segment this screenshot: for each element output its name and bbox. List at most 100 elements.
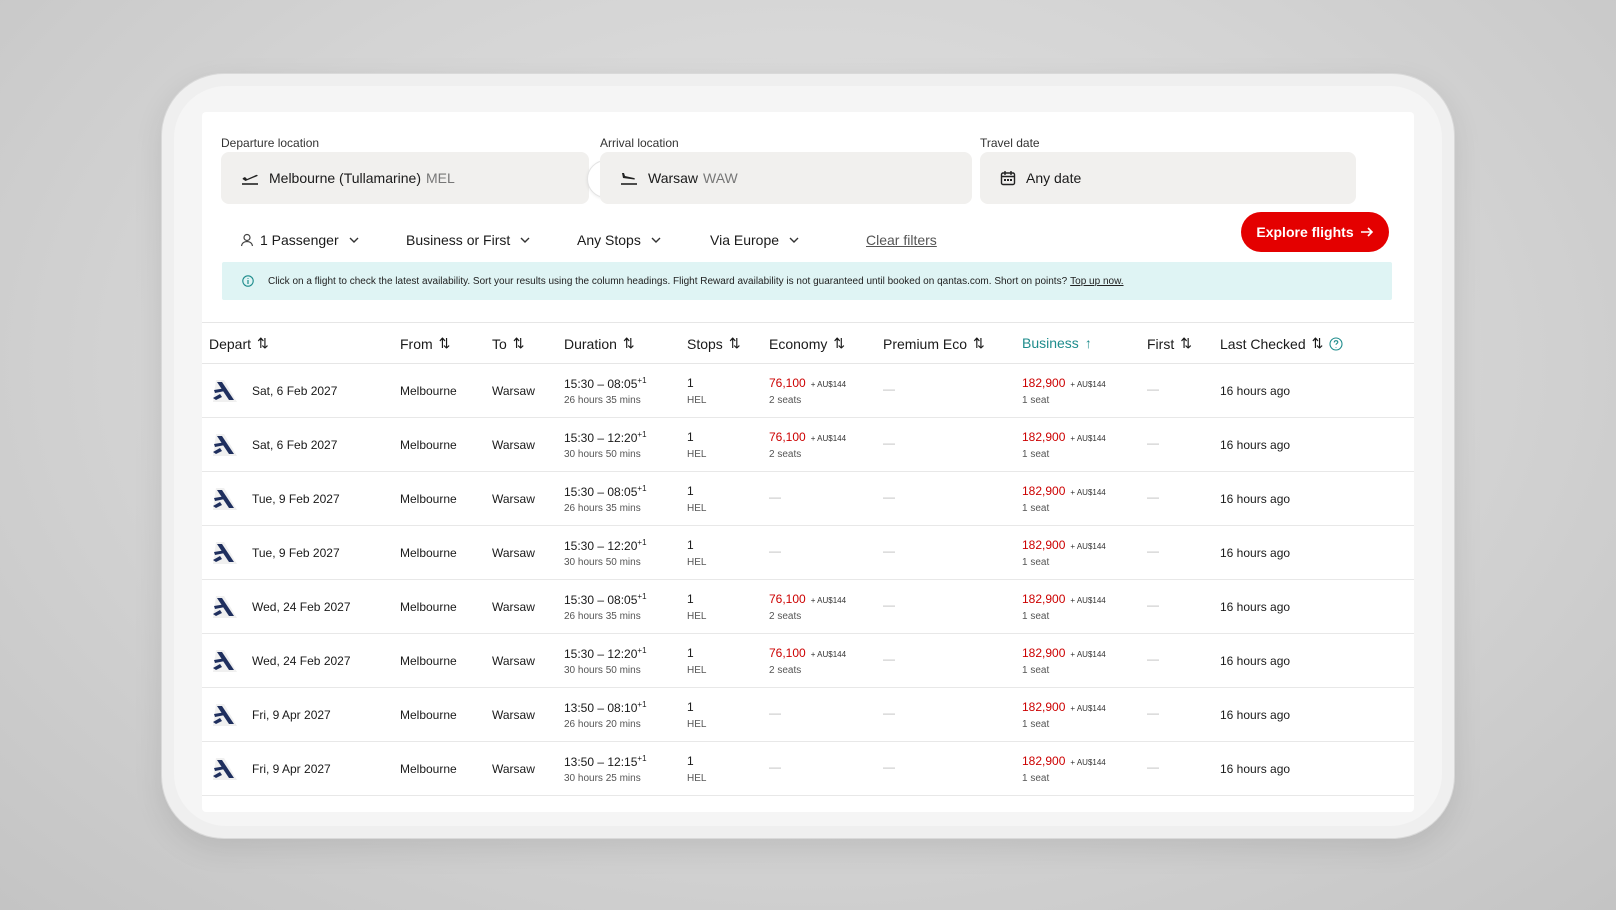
premium-unavailable: — (883, 760, 895, 774)
stops-count: 1 (687, 646, 694, 660)
passenger-dropdown[interactable]: 1 Passenger (240, 228, 359, 252)
cabin-dropdown[interactable]: Business or First (406, 228, 530, 252)
flight-times-text: 13:50 – 12:15 (564, 755, 638, 769)
business-points: 182,900 (1022, 754, 1066, 768)
stops-count: 1 (687, 430, 694, 444)
premium-unavailable: — (883, 436, 895, 450)
top-up-link[interactable]: Top up now. (1070, 276, 1123, 287)
flight-duration: 26 hours 35 mins (564, 503, 641, 514)
table-header: Depart ⇅ From ⇅ To ⇅ Duration ⇅ Stops ⇅ Econo… (202, 322, 1414, 364)
table-row[interactable]: Tue, 9 Feb 2027 Melbourne Warsaw 15:30 –… (202, 472, 1414, 526)
flight-times: 15:30 – 08:05+1 (564, 376, 647, 391)
business-tax: + AU$144 (1070, 488, 1106, 497)
airline-tail-icon (213, 758, 237, 780)
col-premium-label: Premium Eco (883, 335, 968, 352)
via-dropdown[interactable]: Via Europe (710, 228, 799, 252)
travel-date-field[interactable]: Any date (980, 152, 1356, 204)
col-stops-header[interactable]: Stops ⇅ (687, 335, 741, 352)
clear-filters-link[interactable]: Clear filters (866, 232, 937, 248)
economy-unavailable: — (769, 490, 781, 504)
economy-unavailable: — (769, 544, 781, 558)
screen: Departure location Melbourne (Tullamarin… (174, 86, 1442, 826)
table-row[interactable]: Wed, 24 Feb 2027 Melbourne Warsaw 15:30 … (202, 580, 1414, 634)
business-price[interactable]: 182,900 + AU$144 (1022, 646, 1106, 660)
sort-icon: ⇅ (622, 335, 635, 351)
explore-flights-button[interactable]: Explore flights (1241, 212, 1389, 252)
arrival-field[interactable]: Warsaw WAW (600, 152, 972, 204)
business-price[interactable]: 182,900 + AU$144 (1022, 592, 1106, 606)
business-price[interactable]: 182,900 + AU$144 (1022, 484, 1106, 498)
col-depart-header[interactable]: Depart ⇅ (209, 335, 269, 352)
stop-airport: HEL (687, 773, 707, 784)
plane-takeoff-icon (242, 174, 258, 185)
from-city: Melbourne (400, 762, 457, 776)
stop-airport: HEL (687, 719, 707, 730)
col-duration-header[interactable]: Duration ⇅ (564, 335, 635, 352)
premium-unavailable: — (883, 598, 895, 612)
table-row[interactable]: Tue, 9 Feb 2027 Melbourne Warsaw 15:30 –… (202, 526, 1414, 580)
passenger-label: 1 Passenger (260, 232, 339, 248)
table-row[interactable]: Wed, 24 Feb 2027 Melbourne Warsaw 15:30 … (202, 634, 1414, 688)
chevron-down-icon (651, 237, 661, 243)
economy-price[interactable]: 76,100 + AU$144 (769, 376, 846, 390)
next-day-indicator: +1 (637, 592, 647, 601)
stop-airport: HEL (687, 665, 707, 676)
business-points: 182,900 (1022, 538, 1066, 552)
help-icon[interactable] (1329, 336, 1343, 351)
col-economy-header[interactable]: Economy ⇅ (769, 335, 845, 352)
economy-tax: + AU$144 (810, 434, 847, 443)
to-city: Warsaw (492, 600, 535, 614)
airline-tail-icon (213, 596, 237, 618)
depart-date: Tue, 9 Feb 2027 (252, 546, 340, 560)
departure-field[interactable]: Melbourne (Tullamarine) MEL (221, 152, 589, 204)
col-stops-label: Stops (687, 335, 723, 352)
depart-date: Wed, 24 Feb 2027 (252, 654, 351, 668)
to-city: Warsaw (492, 492, 535, 506)
economy-price[interactable]: 76,100 + AU$144 (769, 646, 846, 660)
economy-points: 76,100 (769, 376, 806, 390)
depart-date: Wed, 24 Feb 2027 (252, 600, 351, 614)
col-premium-header[interactable]: Premium Eco ⇅ (883, 335, 985, 352)
col-checked-header[interactable]: Last Checked ⇅ (1220, 335, 1343, 352)
flight-duration: 30 hours 25 mins (564, 773, 641, 784)
col-to-header[interactable]: To ⇅ (492, 335, 525, 352)
business-price[interactable]: 182,900 + AU$144 (1022, 700, 1106, 714)
via-label: Via Europe (710, 232, 780, 248)
table-row[interactable]: Sat, 6 Feb 2027 Melbourne Warsaw 15:30 –… (202, 364, 1414, 418)
from-city: Melbourne (400, 654, 457, 668)
table-row[interactable]: Fri, 9 Apr 2027 Melbourne Warsaw 13:50 –… (202, 688, 1414, 742)
business-price[interactable]: 182,900 + AU$144 (1022, 538, 1106, 552)
to-city: Warsaw (492, 708, 535, 722)
economy-seats: 2 seats (769, 449, 802, 460)
business-price[interactable]: 182,900 + AU$144 (1022, 754, 1106, 768)
flight-times: 15:30 – 08:05+1 (564, 484, 647, 499)
economy-tax: + AU$144 (810, 380, 847, 389)
stops-dropdown[interactable]: Any Stops (577, 228, 661, 252)
departure-city: Melbourne (Tullamarine) (269, 170, 421, 186)
arrival-code: WAW (703, 170, 738, 186)
table-row[interactable]: Sat, 6 Feb 2027 Melbourne Warsaw 15:30 –… (202, 418, 1414, 472)
table-row[interactable]: Fri, 9 Apr 2027 Melbourne Warsaw 13:50 –… (202, 742, 1414, 796)
sort-icon: ⇅ (1180, 335, 1192, 351)
next-day-indicator: +1 (637, 538, 647, 547)
first-unavailable: — (1147, 598, 1159, 612)
airline-tail-icon (213, 542, 237, 564)
col-from-header[interactable]: From ⇅ (400, 335, 450, 352)
table-body: Sat, 6 Feb 2027 Melbourne Warsaw 15:30 –… (202, 364, 1414, 796)
next-day-indicator: +1 (637, 430, 647, 439)
sort-icon: ⇅ (833, 335, 846, 351)
economy-price[interactable]: 76,100 + AU$144 (769, 592, 846, 606)
business-price[interactable]: 182,900 + AU$144 (1022, 376, 1106, 390)
last-checked: 16 hours ago (1220, 654, 1291, 668)
business-tax: + AU$144 (1070, 758, 1106, 767)
col-business-header[interactable]: Business ↑ (1022, 335, 1092, 351)
to-city: Warsaw (492, 384, 535, 398)
economy-tax: + AU$144 (810, 650, 847, 659)
col-duration-label: Duration (564, 335, 617, 352)
info-text: Click on a flight to check the latest av… (268, 275, 1068, 287)
flight-times: 13:50 – 12:15+1 (564, 754, 647, 769)
premium-unavailable: — (883, 490, 895, 504)
col-first-header[interactable]: First ⇅ (1147, 335, 1192, 352)
economy-price[interactable]: 76,100 + AU$144 (769, 430, 846, 444)
business-price[interactable]: 182,900 + AU$144 (1022, 430, 1106, 444)
